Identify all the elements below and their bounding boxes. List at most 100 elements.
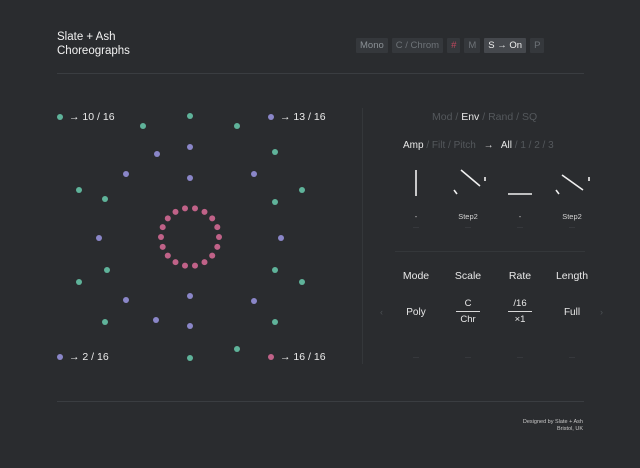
ring-dot [164, 215, 171, 222]
target-amp[interactable]: Amp [403, 140, 424, 151]
ring-dot [159, 243, 166, 250]
ring-dot [182, 205, 188, 212]
teal-dot [299, 279, 305, 285]
tab-env[interactable]: Env [461, 111, 479, 123]
scale-root: C [464, 298, 472, 309]
scale-header: Scale [454, 270, 482, 282]
rate-footer: --- [517, 355, 523, 361]
envelope-1-sub: --- [413, 225, 419, 231]
target-3[interactable]: 3 [548, 140, 554, 151]
target-arrow-icon: → [483, 140, 494, 151]
purple-dot [278, 235, 284, 241]
tab-sep: / [513, 111, 522, 123]
env-step-icon [555, 174, 590, 195]
target-sep: / [423, 140, 432, 151]
teal-dot [234, 346, 240, 352]
ring-dot [192, 205, 198, 212]
teal-dot [76, 279, 82, 285]
purple-dot [187, 175, 193, 181]
ring-dot [182, 262, 188, 269]
dots-layer [76, 113, 305, 361]
scale-value[interactable]: C Chr [440, 298, 496, 325]
mode-value[interactable]: Poly [388, 307, 444, 318]
envelope-4-label: Step2 [562, 212, 582, 221]
tab-mod[interactable]: Mod [432, 111, 452, 123]
purple-dot [96, 235, 102, 241]
ring-dot [214, 243, 221, 250]
mode-footer: --- [413, 355, 419, 361]
teal-dot [272, 149, 278, 155]
vertical-divider [362, 108, 363, 364]
envelope-3-sub: --- [517, 225, 523, 231]
purple-dot [187, 293, 193, 299]
envelope-3[interactable] [500, 166, 540, 211]
ring-dot [158, 234, 164, 240]
envelope-2-label: Step2 [458, 212, 478, 221]
envelope-4-sub: --- [569, 225, 575, 231]
length-value[interactable]: Full [544, 307, 600, 318]
fraction-bar [456, 311, 480, 312]
dot-pattern[interactable] [0, 0, 362, 380]
ring-dot [209, 252, 216, 259]
rate-value[interactable]: /16 ×1 [492, 298, 548, 325]
teal-dot [102, 319, 108, 325]
teal-dot [102, 196, 108, 202]
env-flat-icon [508, 193, 532, 195]
rate-multiplier: ×1 [514, 314, 526, 325]
envelope-4[interactable] [552, 166, 592, 211]
teal-dot [272, 319, 278, 325]
purple-dot [123, 171, 129, 177]
ring-dot [216, 234, 222, 240]
mode-header: Mode [402, 270, 430, 282]
mode-tabs: Mod / Env / Rand / SQ [432, 111, 537, 123]
envelope-1[interactable] [396, 166, 436, 211]
purple-dot [154, 151, 160, 157]
ring-dot [172, 259, 179, 266]
target-sep: / [525, 140, 535, 151]
toolbar: Mono C / Chrom # M S → On P [356, 38, 545, 53]
m-button[interactable]: M [464, 38, 481, 53]
scale-type: Chr [460, 314, 476, 325]
purple-dot [123, 297, 129, 303]
envelope-2[interactable] [448, 166, 488, 211]
s-on-button[interactable]: S → On [484, 38, 527, 53]
teal-dot [299, 187, 305, 193]
purple-dot [251, 298, 257, 304]
fraction-bar [508, 311, 532, 312]
p-button[interactable]: P [530, 38, 545, 53]
credits-line2: Bristol, UK [557, 426, 583, 432]
rate-division: /16 [513, 298, 527, 309]
target-all[interactable]: All [501, 140, 512, 151]
teal-dot [234, 123, 240, 129]
sharp-button[interactable]: # [447, 38, 461, 53]
credits-line1: Designed by Slate + Ash [522, 419, 583, 425]
tab-sep: / [479, 111, 489, 123]
purple-dot [153, 317, 159, 323]
purple-dot [187, 144, 193, 150]
purple-dot [251, 171, 257, 177]
env-gate-icon [415, 170, 417, 196]
envelope-3-label: - [518, 212, 522, 221]
chromatic-button[interactable]: C / Chrom [391, 38, 444, 53]
panel-divider [395, 251, 585, 252]
ring-dot [192, 262, 198, 269]
target-pitch[interactable]: Pitch [454, 140, 476, 151]
teal-dot [272, 199, 278, 205]
tab-rand[interactable]: Rand [488, 111, 513, 123]
tab-sep: / [452, 111, 462, 123]
footer-divider [57, 401, 584, 402]
teal-dot [140, 123, 146, 129]
scale-footer: --- [465, 355, 471, 361]
tab-sq[interactable]: SQ [522, 111, 537, 123]
env-step-icon [453, 169, 486, 195]
next-arrow-icon[interactable]: › [600, 307, 603, 317]
credits: Designed by Slate + Ash Bristol, UK [480, 419, 583, 433]
target-filt[interactable]: Filt [432, 140, 445, 151]
prev-arrow-icon[interactable]: ‹ [380, 307, 383, 317]
teal-dot [187, 355, 193, 361]
ring-dot [172, 208, 179, 215]
target-sep: / [445, 140, 454, 151]
length-header: Length [555, 270, 589, 282]
teal-dot [104, 267, 110, 273]
target-sep: / [539, 140, 549, 151]
